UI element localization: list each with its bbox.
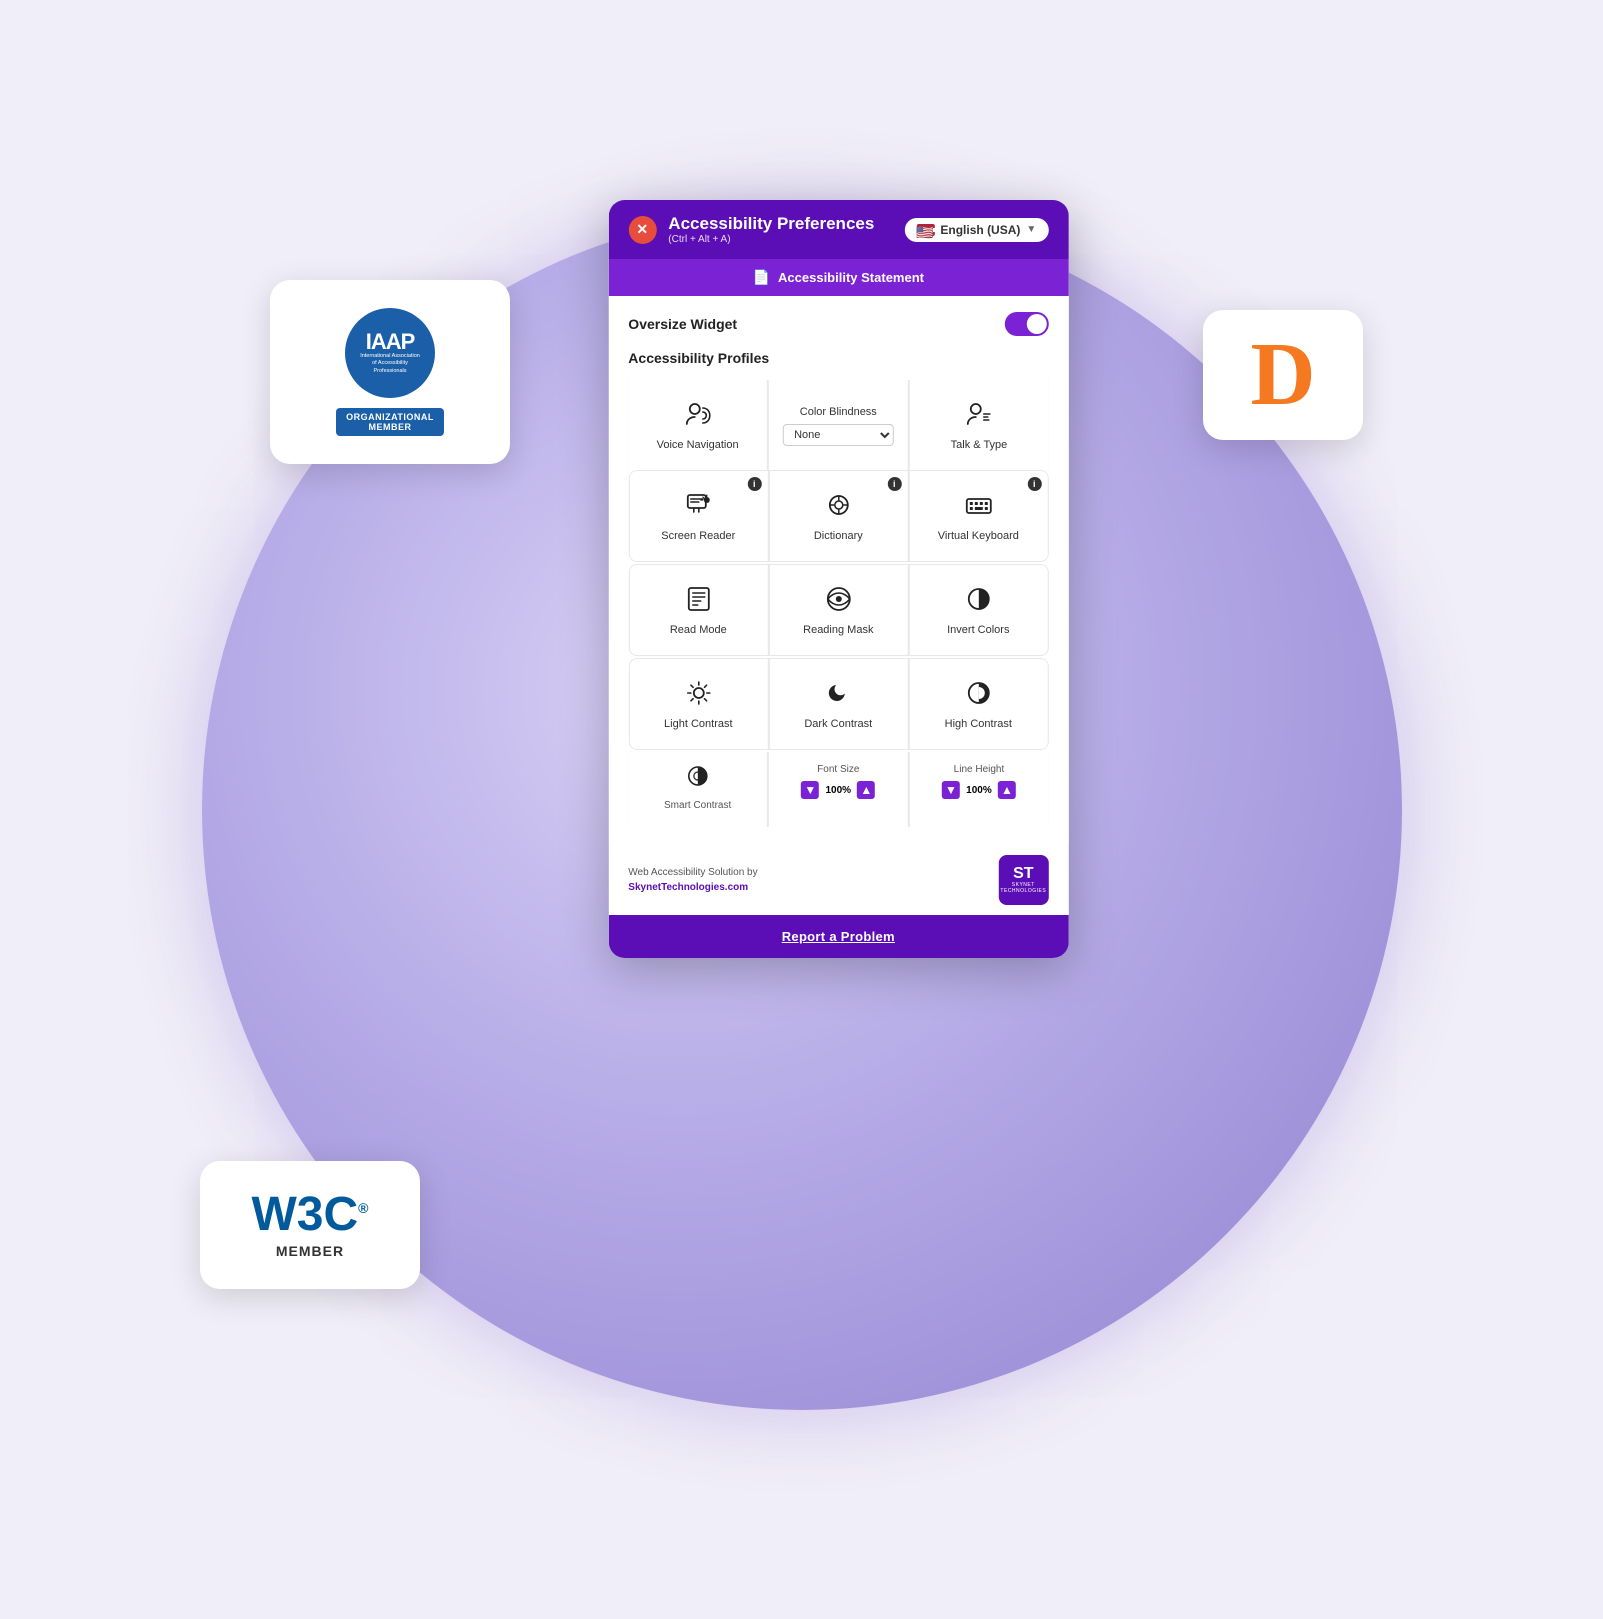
dark-contrast-cell[interactable]: Dark Contrast [769,659,907,749]
d-logo: D [1251,330,1316,420]
close-button[interactable]: ✕ [628,216,656,244]
st-logo-text: ST [1013,866,1033,882]
light-contrast-icon [684,679,712,711]
dictionary-info: i [887,477,901,491]
voice-navigation-label: Voice Navigation [657,438,739,452]
high-contrast-cell[interactable]: High Contrast [909,659,1047,749]
line-height-decrease[interactable]: ▼ [942,781,960,799]
line-height-cell: Line Height ▼ 100% ▲ [910,752,1049,827]
virtual-keyboard-icon [964,491,992,523]
statement-icon: 📄 [753,269,770,286]
iaap-org-badge: ORGANIZATIONALMEMBER [336,408,444,436]
w3c-logo: W3C® [252,1191,369,1239]
st-logo-sub: SKYNET TECHNOLOGIES [998,882,1048,894]
screen-reader-cell[interactable]: i Screen Reader [629,471,767,561]
reading-mask-icon [824,585,852,617]
invert-colors-icon [964,585,992,617]
line-height-increase[interactable]: ▲ [998,781,1016,799]
features-row-3: Read Mode Reading Mask [628,564,1048,656]
light-contrast-label: Light Contrast [664,717,732,731]
footer-text: Web Accessibility Solution by SkynetTech… [628,865,757,895]
font-size-increase[interactable]: ▲ [857,781,875,799]
widget-footer: Web Accessibility Solution by SkynetTech… [608,845,1068,915]
w3c-member-text: MEMBER [276,1243,344,1259]
font-size-stepper: ▼ 100% ▲ [801,781,875,799]
font-size-cell: Font Size ▼ 100% ▲ [769,752,908,827]
statement-label: Accessibility Statement [778,270,924,285]
color-blindness-label: Color Blindness [800,406,877,418]
bottom-controls: Smart Contrast Font Size ▼ 100% ▲ Line H… [628,752,1048,827]
w3c-reg: ® [358,1200,368,1216]
accessibility-widget: ✕ Accessibility Preferences (Ctrl + Alt … [608,200,1068,958]
voice-navigation-icon [684,400,712,432]
dictionary-icon [824,491,852,523]
language-button[interactable]: 🇺🇸 English (USA) ▼ [904,218,1048,242]
oversize-row: Oversize Widget [628,312,1048,336]
title-shortcut: (Ctrl + Alt + A) [668,234,874,245]
header-left: ✕ Accessibility Preferences (Ctrl + Alt … [628,214,874,245]
footer-link[interactable]: SkynetTechnologies.com [628,882,748,893]
w3c-text: W3C [252,1188,359,1241]
title-main: Accessibility Preferences [668,214,874,234]
invert-colors-cell[interactable]: Invert Colors [909,565,1047,655]
features-row-2: i Screen Reader i [628,470,1048,562]
smart-contrast-cell[interactable]: Smart Contrast [628,752,767,827]
smart-contrast-label: Smart Contrast [664,800,731,811]
font-size-label: Font Size [817,764,859,775]
d-logo-card: D [1203,310,1363,440]
voice-navigation-cell[interactable]: Voice Navigation [628,380,767,470]
color-blindness-cell[interactable]: Color Blindness None Protanopia Deuteran… [769,380,908,470]
line-height-value: 100% [964,785,994,796]
dark-contrast-icon [824,679,852,711]
smart-contrast-icon [686,764,710,794]
color-blindness-select[interactable]: None Protanopia Deuteranopia Tritanopia [783,424,893,446]
talk-and-type-cell[interactable]: Talk & Type [910,380,1049,470]
report-problem-button[interactable]: Report a Problem [608,915,1068,958]
line-height-stepper: ▼ 100% ▲ [942,781,1016,799]
chevron-down-icon: ▼ [1026,224,1036,235]
header-title: Accessibility Preferences (Ctrl + Alt + … [668,214,874,245]
profiles-label: Accessibility Profiles [628,350,1048,366]
read-mode-icon [684,585,712,617]
footer-line1: Web Accessibility Solution by [628,867,757,878]
language-label: English (USA) [940,223,1020,237]
dark-contrast-label: Dark Contrast [804,717,872,731]
font-size-value: 100% [823,785,853,796]
iaap-logo: IAAP International Associationof Accessi… [345,308,435,398]
virtual-keyboard-info: i [1027,477,1041,491]
read-mode-label: Read Mode [670,623,727,637]
read-mode-cell[interactable]: Read Mode [629,565,767,655]
high-contrast-icon [964,679,992,711]
screen-reader-info: i [747,477,761,491]
st-logo: ST SKYNET TECHNOLOGIES [998,855,1048,905]
screen-reader-icon [684,491,712,523]
talk-and-type-label: Talk & Type [951,438,1008,452]
widget-header: ✕ Accessibility Preferences (Ctrl + Alt … [608,200,1068,259]
w3c-card: W3C® MEMBER [200,1161,420,1289]
widget-body: Oversize Widget Accessibility Profiles V… [608,296,1068,845]
oversize-label: Oversize Widget [628,316,737,332]
talk-and-type-icon [965,400,993,432]
dictionary-label: Dictionary [814,529,863,543]
features-row-4: Light Contrast Dark Contrast [628,658,1048,750]
reading-mask-cell[interactable]: Reading Mask [769,565,907,655]
statement-bar[interactable]: 📄 Accessibility Statement [608,259,1068,296]
reading-mask-label: Reading Mask [803,623,873,637]
iaap-card: IAAP International Associationof Accessi… [270,280,510,464]
iaap-subtext: International Associationof Accessibilit… [360,353,420,374]
virtual-keyboard-label: Virtual Keyboard [938,529,1019,543]
dictionary-cell[interactable]: i Dictionary [769,471,907,561]
screen-reader-label: Screen Reader [661,529,735,543]
high-contrast-label: High Contrast [945,717,1012,731]
oversize-toggle[interactable] [1004,312,1048,336]
light-contrast-cell[interactable]: Light Contrast [629,659,767,749]
features-row-1: Voice Navigation Color Blindness None Pr… [628,380,1048,470]
font-size-decrease[interactable]: ▼ [801,781,819,799]
flag-icon: 🇺🇸 [916,224,934,236]
line-height-label: Line Height [954,764,1005,775]
virtual-keyboard-cell[interactable]: i Virtual Keyboard [909,471,1047,561]
invert-colors-label: Invert Colors [947,623,1009,637]
iaap-text: IAAP [366,331,415,353]
